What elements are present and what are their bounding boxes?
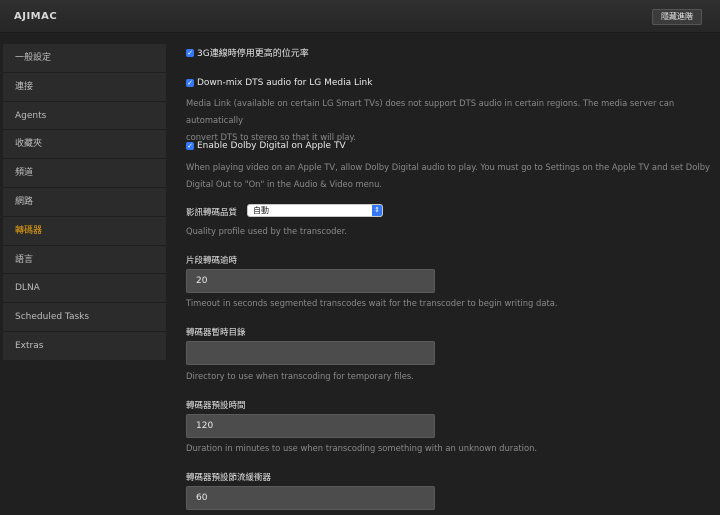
dolby-apple-tv-label: Enable Dolby Digital on Apple TV (197, 141, 346, 151)
dolby-apple-tv-help: When playing video on an Apple TV, allow… (186, 159, 716, 193)
downmix-dts-label: Down-mix DTS audio for LG Media Link (197, 78, 373, 88)
temp-dir-label: 轉碼器暫時目錄 (186, 328, 246, 338)
temp-dir-help: Directory to use when transcoding for te… (186, 371, 414, 381)
segment-timeout-input[interactable]: 20 (186, 269, 435, 293)
server-name: AJIMAC (14, 11, 58, 22)
quality-help: Quality profile used by the transcoder. (186, 226, 347, 236)
sidebar-item-extras[interactable]: Extras (3, 332, 166, 361)
default-duration-input[interactable]: 120 (186, 414, 435, 438)
default-duration-label: 轉碼器預設時間 (186, 401, 246, 411)
default-duration-help: Duration in minutes to use when transcod… (186, 443, 538, 453)
sidebar-item-connect[interactable]: 連接 (3, 73, 166, 102)
throttle-buffer-label: 轉碼器預設節流緩衝器 (186, 473, 272, 483)
select-arrows-icon: ⇕ (372, 205, 382, 216)
segment-timeout-help: Timeout in seconds segmented transcodes … (186, 298, 558, 308)
checkmark-icon: ✓ (187, 48, 193, 57)
quality-select-value: 自動 (253, 206, 269, 215)
quality-select[interactable]: 自動 ⇕ (247, 204, 383, 217)
settings-sidebar: 一般設定 連接 Agents 收藏夾 頻道 網路 轉碼器 語言 DLNA Sch… (3, 44, 166, 360)
disable-3g-label: 3G連線時停用更高的位元率 (197, 49, 309, 59)
sidebar-item-transcoder[interactable]: 轉碼器 (3, 217, 166, 246)
dolby-apple-tv-row: ✓ Enable Dolby Digital on Apple TV (186, 141, 346, 151)
downmix-dts-checkbox[interactable]: ✓ (186, 79, 194, 87)
sidebar-item-agents[interactable]: Agents (3, 102, 166, 131)
throttle-buffer-input[interactable]: 60 (186, 486, 435, 510)
checkmark-icon: ✓ (187, 79, 193, 87)
hide-advanced-button[interactable]: 隱藏進階 (652, 9, 702, 25)
dolby-apple-tv-help-line1: When playing video on an Apple TV, allow… (186, 162, 710, 172)
top-bar: AJIMAC 隱藏進階 (0, 0, 720, 33)
sidebar-item-language[interactable]: 語言 (3, 246, 166, 275)
dolby-apple-tv-checkbox[interactable]: ✓ (186, 142, 194, 150)
downmix-dts-help: Media Link (available on certain LG Smar… (186, 95, 716, 146)
quality-label: 影訊轉碼品質 (186, 208, 238, 218)
checkmark-icon: ✓ (187, 142, 193, 150)
sidebar-item-favorites[interactable]: 收藏夾 (3, 130, 166, 160)
sidebar-item-scheduled-tasks[interactable]: Scheduled Tasks (3, 303, 166, 332)
segment-timeout-label: 片段轉碼逾時 (186, 256, 238, 266)
temp-dir-input[interactable] (186, 341, 435, 365)
sidebar-item-channels[interactable]: 頻道 (3, 159, 166, 188)
downmix-dts-help-line1: Media Link (available on certain LG Smar… (186, 98, 675, 125)
disable-3g-checkbox[interactable]: ✓ (186, 48, 194, 57)
sidebar-item-general[interactable]: 一般設定 (3, 44, 166, 73)
disable-3g-row: ✓ 3G連線時停用更高的位元率 (186, 46, 309, 59)
downmix-dts-row: ✓ Down-mix DTS audio for LG Media Link (186, 78, 372, 88)
sidebar-item-network[interactable]: 網路 (3, 188, 166, 217)
dolby-apple-tv-help-line2: Digital Out to "On" in the Audio & Video… (186, 179, 383, 189)
sidebar-item-dlna[interactable]: DLNA (3, 274, 166, 304)
